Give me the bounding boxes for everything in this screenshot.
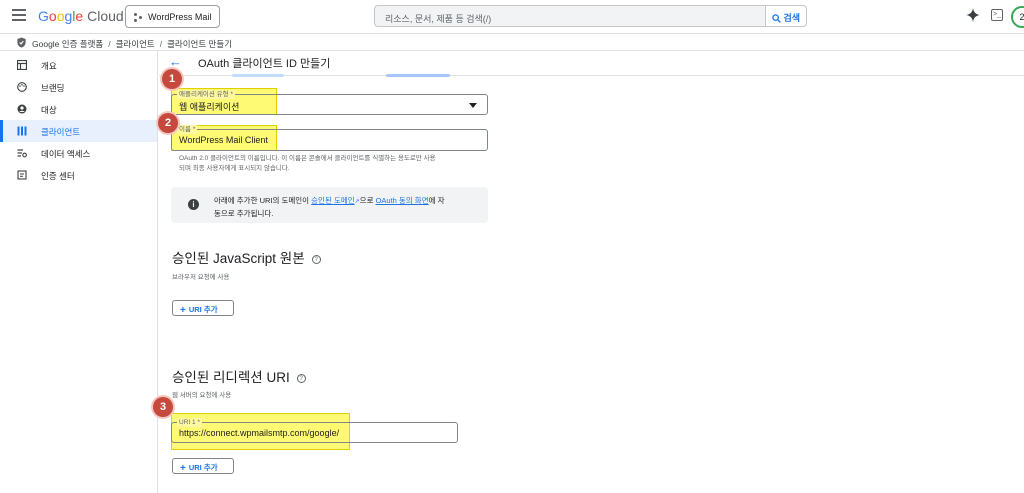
info-text-before: 아래에 추가한 URI의 도메인이 — [214, 196, 312, 205]
sidebar-item-label: 클라이언트 — [41, 127, 81, 137]
menu-icon[interactable] — [12, 9, 26, 23]
project-picker-button[interactable]: WordPress Mail — [125, 5, 220, 28]
scroll-shadow-marker — [386, 74, 450, 77]
client-name-label: 이름 * — [177, 125, 198, 134]
js-origins-title-text: 승인된 JavaScript 원본 — [172, 251, 305, 266]
annotation-badge-3: 3 — [153, 397, 173, 417]
redirect-uri-value: https://connect.wpmailsmtp.com/google/ — [179, 428, 340, 438]
info-text: 아래에 추가한 URI의 도메인이 승인된 도메인↗으로 OAuth 동의 화면… — [214, 195, 480, 219]
redirect-uris-subtitle: 웹 서버의 요청에 사용 — [172, 392, 232, 399]
redirect-uri-field[interactable]: URI 1 * https://connect.wpmailsmtp.com/g… — [171, 418, 458, 443]
palette-icon — [17, 82, 27, 92]
page-title: OAuth 클라이언트 ID 만들기 — [198, 58, 331, 70]
info-text-line2: 동으로 추가됩니다. — [214, 209, 274, 218]
shield-icon — [17, 37, 26, 48]
client-name-field[interactable]: 이름 * WordPress Mail Client — [171, 125, 488, 151]
info-icon: i — [188, 199, 199, 210]
app-type-value: 웹 애플리케이션 — [179, 102, 240, 112]
breadcrumb-item-create-client: 클라이언트 만들기 — [167, 39, 233, 49]
sidebar-item-data-access[interactable]: 데이터 액세스 — [0, 142, 157, 164]
add-uri-label: URI 추가 — [188, 305, 218, 314]
breadcrumb-separator: / — [108, 39, 111, 49]
sidebar-item-label: 인증 센터 — [41, 171, 75, 181]
app-type-select[interactable]: 애플리케이션 유형 * 웹 애플리케이션 — [171, 90, 488, 115]
annotation-badge-1: 1 — [162, 69, 182, 89]
dropdown-arrow-icon — [469, 103, 477, 108]
search-placeholder: 리소스, 문서, 제품 등 검색(/) — [385, 14, 492, 24]
breadcrumb: Google 인증 플랫폼 / 클라이언트 / 클라이언트 만들기 — [0, 34, 1024, 51]
search-icon — [772, 14, 781, 23]
logo-cloud: Cloud — [87, 8, 124, 24]
search-input[interactable]: 리소스, 문서, 제품 등 검색(/) — [374, 5, 766, 27]
person-icon — [17, 104, 27, 114]
client-name-helper-text: OAuth 2.0 클라이언트의 이름입니다. 이 이름은 콘솔에서 클라이언트… — [179, 154, 436, 174]
key-icon — [17, 126, 27, 136]
search-button[interactable]: 검색 — [765, 5, 807, 27]
js-origins-title: 승인된 JavaScript 원본? — [172, 247, 321, 267]
breadcrumb-item-clients[interactable]: 클라이언트 — [116, 39, 155, 49]
search-button-label: 검색 — [783, 13, 801, 23]
back-arrow-icon[interactable]: ← — [169, 54, 182, 69]
help-icon[interactable]: ? — [311, 255, 321, 264]
info-callout: i 아래에 추가한 URI의 도메인이 승인된 도메인↗으로 OAuth 동의 … — [171, 187, 488, 223]
add-uri-label: URI 추가 — [188, 463, 218, 472]
avatar[interactable]: 2 — [1011, 6, 1024, 28]
settings-list-icon — [17, 149, 27, 158]
breadcrumb-separator: / — [159, 39, 163, 49]
verified-icon — [17, 170, 27, 180]
js-origins-subtitle: 브라우저 요청에 사용 — [172, 274, 230, 281]
sidebar-item-label: 개요 — [41, 61, 57, 71]
app-type-label: 애플리케이션 유형 * — [177, 90, 235, 99]
sidebar: 개요 브랜딩 대상 클라이언트 데이터 액세스 인증 센터 — [0, 51, 158, 493]
project-icon — [134, 13, 144, 22]
sidebar-item-branding[interactable]: 브랜딩 — [0, 76, 157, 98]
sidebar-item-overview[interactable]: 개요 — [0, 54, 157, 76]
sidebar-item-label: 브랜딩 — [41, 83, 65, 93]
add-js-origin-button[interactable]: + URI 추가 — [172, 300, 234, 316]
redirect-uris-title: 승인된 리디렉션 URI? — [172, 366, 306, 386]
redirect-uri-label: URI 1 * — [177, 418, 202, 427]
plus-icon: + — [180, 463, 186, 474]
add-redirect-uri-button[interactable]: + URI 추가 — [172, 458, 234, 474]
project-name: WordPress Mail — [148, 12, 212, 22]
annotation-badge-2: 2 — [158, 113, 178, 133]
info-text-after: 에 자 — [428, 196, 445, 205]
sidebar-item-label: 대상 — [41, 105, 57, 115]
cloud-shell-icon[interactable]: >_ — [991, 9, 1003, 21]
gemini-icon[interactable] — [966, 8, 980, 22]
help-icon[interactable]: ? — [296, 374, 306, 383]
header-divider — [159, 75, 1024, 76]
scroll-shadow-marker — [232, 74, 284, 77]
breadcrumb-item-auth-platform[interactable]: Google 인증 플랫폼 — [32, 39, 103, 49]
client-name-value: WordPress Mail Client — [179, 135, 268, 145]
authorized-domains-link[interactable]: 승인된 도메인 — [311, 196, 354, 205]
logo-google: Google — [38, 8, 84, 24]
helper-line: OAuth 2.0 클라이언트의 이름입니다. 이 이름은 콘솔에서 클라이언트… — [179, 155, 436, 162]
plus-icon: + — [180, 305, 186, 316]
redirect-uris-title-text: 승인된 리디렉션 URI — [172, 370, 290, 385]
sidebar-item-audience[interactable]: 대상 — [0, 98, 157, 120]
helper-line: 되며 최종 사용자에게 표시되지 않습니다. — [179, 165, 290, 172]
sidebar-item-label: 데이터 액세스 — [41, 149, 91, 159]
dashboard-icon — [17, 60, 27, 70]
sidebar-item-verification-center[interactable]: 인증 센터 — [0, 164, 157, 186]
top-app-bar: Google Cloud WordPress Mail 리소스, 문서, 제품 … — [0, 0, 1024, 34]
info-text-middle: 으로 — [359, 196, 376, 205]
consent-screen-link[interactable]: OAuth 동의 화면 — [376, 196, 429, 205]
sidebar-item-clients[interactable]: 클라이언트 — [0, 120, 157, 142]
google-cloud-logo[interactable]: Google Cloud — [38, 8, 124, 24]
